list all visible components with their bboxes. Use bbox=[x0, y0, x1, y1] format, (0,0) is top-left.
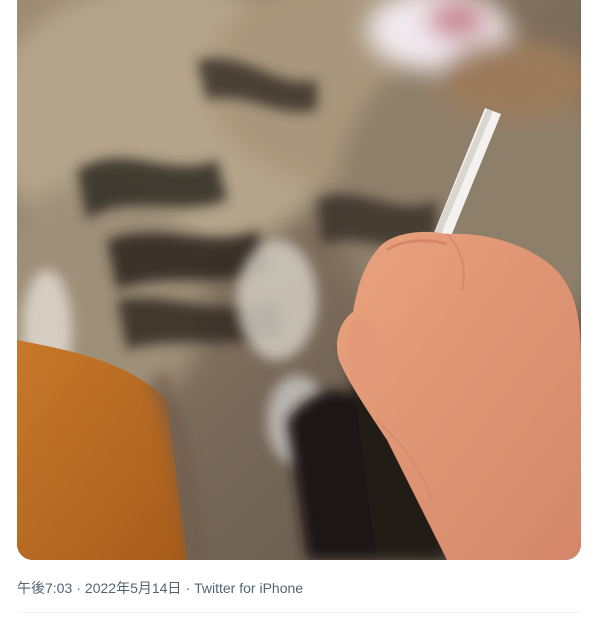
tweet-time: 午後7:03 bbox=[17, 580, 73, 596]
tweet-timestamp-link[interactable]: 午後7:03 · 2022年5月14日 bbox=[17, 580, 181, 596]
tweet-photo[interactable] bbox=[17, 0, 581, 560]
meta-separator: · bbox=[76, 580, 81, 596]
tweet-metadata: 午後7:03 · 2022年5月14日 · Twitter for iPhone bbox=[17, 578, 303, 598]
tweet-detail: 午後7:03 · 2022年5月14日 · Twitter for iPhone bbox=[0, 0, 598, 630]
meta-separator: · bbox=[185, 580, 191, 596]
tweet-source-link[interactable]: Twitter for iPhone bbox=[194, 580, 303, 596]
tweet-date: 2022年5月14日 bbox=[84, 580, 182, 596]
divider bbox=[17, 612, 581, 613]
cat-photo-illustration bbox=[17, 0, 581, 560]
